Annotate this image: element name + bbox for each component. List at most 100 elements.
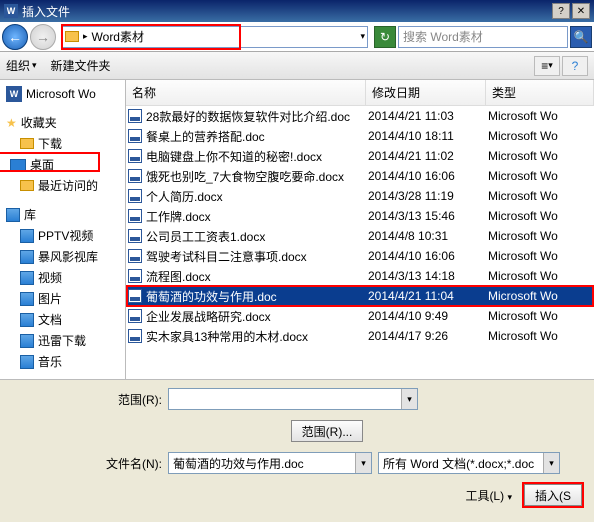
nav-forward-button: → [30,24,56,50]
tools-menu[interactable]: 工具(L) ▾ [465,487,512,504]
file-name: 电脑键盘上你不知道的秘密!.docx [146,148,322,165]
sidebar-libraries-header[interactable]: 库 [0,204,125,225]
sidebar-library-item[interactable]: 文档 [0,309,125,330]
folder-icon [20,138,34,149]
file-row[interactable]: 个人简历.docx2014/3/28 11:19Microsoft Wo [126,186,594,206]
word-doc-icon [128,329,142,343]
file-row[interactable]: 实木家具13种常用的木材.docx2014/4/17 9:26Microsoft… [126,326,594,346]
sidebar-favorites-header[interactable]: ★ 收藏夹 [0,112,125,133]
file-row[interactable]: 企业发展战略研究.docx2014/4/10 9:49Microsoft Wo [126,306,594,326]
insert-button[interactable]: 插入(S [524,484,582,506]
filename-label: 文件名(N): [12,455,162,472]
file-row[interactable]: 葡萄酒的功效与作用.doc2014/4/21 11:04Microsoft Wo [126,286,594,306]
file-date: 2014/4/21 11:03 [368,109,488,123]
file-type: Microsoft Wo [488,229,592,243]
file-date: 2014/4/17 9:26 [368,329,488,343]
file-type: Microsoft Wo [488,149,592,163]
word-doc-icon [128,149,142,163]
sidebar-library-item[interactable]: 音乐 [0,351,125,372]
sidebar-library-item[interactable]: 视频 [0,267,125,288]
range-input[interactable]: ▾ [168,388,418,410]
view-options-button[interactable]: ≡ ▾ [534,56,560,76]
path-text: Word素材 [92,28,144,45]
sidebar-library-item[interactable]: PPTV视频 [0,225,125,246]
chevron-down-icon[interactable]: ▾ [401,389,417,409]
file-name: 28款最好的数据恢复软件对比介绍.doc [146,108,350,125]
toolbar: 组织 ▾ 新建文件夹 ≡ ▾ ? [0,52,594,80]
refresh-button[interactable]: ↻ [374,26,396,48]
file-date: 2014/4/10 9:49 [368,309,488,323]
word-doc-icon [128,189,142,203]
sidebar-library-item[interactable]: 暴风影视库 [0,246,125,267]
file-row[interactable]: 饿死也别吃_7大食物空腹吃要命.docx2014/4/10 16:06Micro… [126,166,594,186]
chevron-down-icon[interactable]: ▾ [543,453,559,473]
sidebar-recent-doc[interactable]: W Microsoft Wo [0,84,125,104]
library-icon [20,292,34,306]
chevron-down-icon[interactable]: ▾ [360,31,365,42]
sidebar-item-desktop[interactable]: 桌面 [0,154,125,175]
file-name: 葡萄酒的功效与作用.doc [146,288,277,305]
sidebar-item-label: 音乐 [38,353,62,370]
folder-icon [20,180,34,191]
chevron-right-icon: ▸ [83,31,88,42]
file-row[interactable]: 流程图.docx2014/3/13 14:18Microsoft Wo [126,266,594,286]
filetype-select[interactable]: 所有 Word 文档(*.docx;*.doc ▾ [378,452,560,474]
new-folder-button[interactable]: 新建文件夹 [51,57,111,74]
annotation-rect [522,482,584,508]
sidebar-item-recent[interactable]: 最近访问的 [0,175,125,196]
file-list: 名称 修改日期 类型 28款最好的数据恢复软件对比介绍.doc 2014/4/21… [126,80,594,379]
word-app-icon: W [4,4,18,18]
word-doc-icon [128,109,142,123]
file-date: 2014/4/21 11:02 [368,149,488,163]
organize-menu[interactable]: 组织 ▾ [6,57,37,74]
file-type: Microsoft Wo [488,269,592,283]
file-date: 2014/4/8 10:31 [368,229,488,243]
help-button[interactable]: ? [552,3,570,19]
file-row[interactable]: 驾驶考试科目二注意事项.docx2014/4/10 16:06Microsoft… [126,246,594,266]
sidebar-item-label: 下载 [38,135,62,152]
library-icon [6,208,20,222]
file-type: Microsoft Wo [488,189,592,203]
search-button[interactable]: 🔍 [570,26,592,48]
path-box[interactable]: ▸ Word素材 ▾ [62,26,368,48]
word-doc-icon [128,309,142,323]
library-icon [20,271,34,285]
filetype-value: 所有 Word 文档(*.docx;*.doc [383,455,534,472]
file-row[interactable]: 餐桌上的营养搭配.doc2014/4/10 18:11Microsoft Wo [126,126,594,146]
chevron-down-icon[interactable]: ▾ [355,453,371,473]
word-doc-icon [128,169,142,183]
nav-back-button[interactable]: ← [2,24,28,50]
nav-bar: ← → ▸ Word素材 ▾ ↻ 搜索 Word素材 🔍 [0,22,594,52]
file-row[interactable]: 28款最好的数据恢复软件对比介绍.doc2014/4/21 11:03Micro… [126,106,594,126]
range-label: 范围(R): [12,391,162,408]
word-doc-icon: W [6,86,22,102]
annotation-rect [0,152,100,172]
word-doc-icon [128,289,142,303]
sidebar-library-item[interactable]: 图片 [0,288,125,309]
file-name: 流程图.docx [146,268,211,285]
filename-input[interactable]: 葡萄酒的功效与作用.doc ▾ [168,452,372,474]
library-icon [20,334,34,348]
library-icon [20,313,34,327]
column-header-date[interactable]: 修改日期 [366,80,486,105]
word-doc-icon [128,269,142,283]
column-header-type[interactable]: 类型 [486,80,594,105]
annotation-rect [61,24,241,50]
sidebar-item-label: 迅雷下载 [38,332,86,349]
file-row[interactable]: 工作牌.docx2014/3/13 15:46Microsoft Wo [126,206,594,226]
file-type: Microsoft Wo [488,169,592,183]
sidebar-item-label: 库 [24,206,36,223]
file-name: 企业发展战略研究.docx [146,308,271,325]
search-placeholder: 搜索 Word素材 [403,28,483,45]
close-button[interactable]: ✕ [572,3,590,19]
file-row[interactable]: 公司员工工资表1.docx2014/4/8 10:31Microsoft Wo [126,226,594,246]
range-button[interactable]: 范围(R)... [291,420,364,442]
column-header-name[interactable]: 名称 [126,80,366,105]
sidebar-library-item[interactable]: 迅雷下载 [0,330,125,351]
search-input[interactable]: 搜索 Word素材 [398,26,568,48]
sidebar-item-downloads[interactable]: 下载 [0,133,125,154]
file-name: 餐桌上的营养搭配.doc [146,128,265,145]
help-toolbar-button[interactable]: ? [562,56,588,76]
file-type: Microsoft Wo [488,249,592,263]
file-row[interactable]: 电脑键盘上你不知道的秘密!.docx 2014/4/21 11:02Microso… [126,146,594,166]
